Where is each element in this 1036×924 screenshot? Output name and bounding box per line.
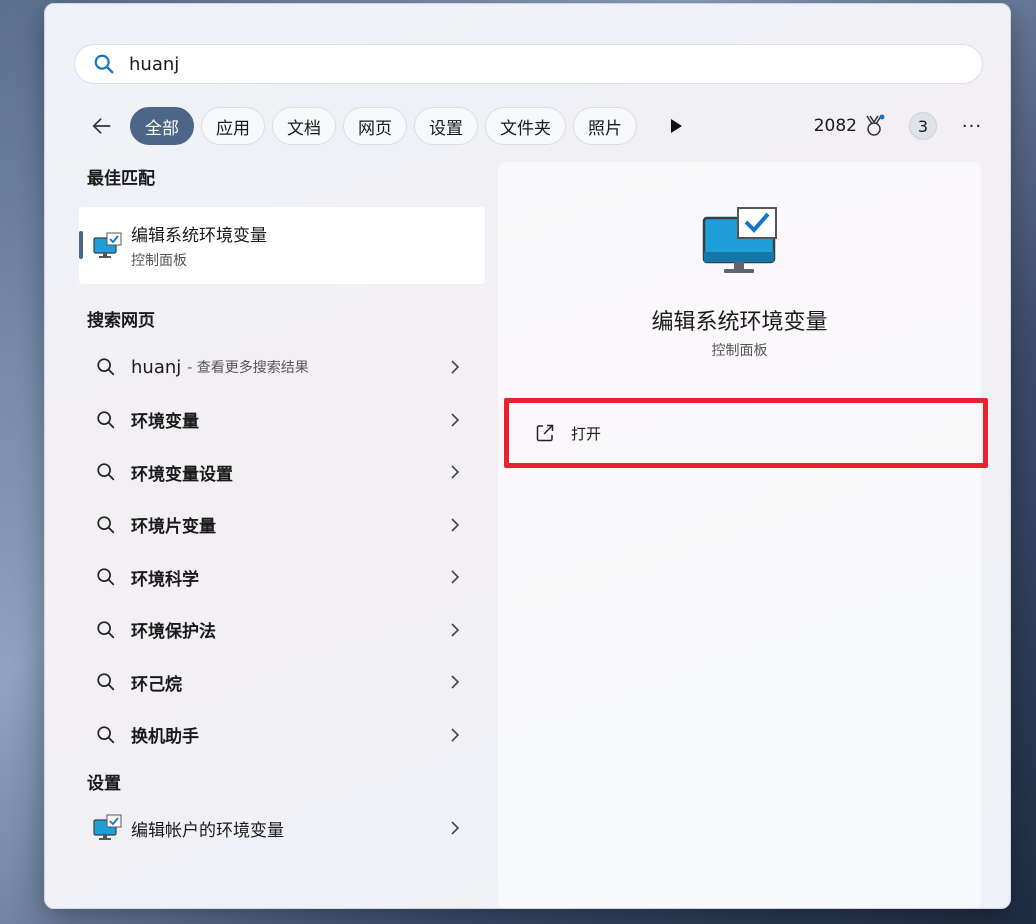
search-icon [94,54,114,74]
search-input[interactable] [129,53,909,75]
filter-chip-documents[interactable]: 文档 [272,107,336,145]
web-result-item[interactable]: 换机助手 [79,709,489,762]
open-action[interactable]: 打开 [504,398,988,468]
user-env-settings-icon [93,814,122,840]
system-properties-icon [93,232,122,258]
web-result-label: 环境变量 [131,412,199,433]
chevron-right-icon [451,412,460,427]
more-filters-button[interactable] [662,112,690,140]
web-result-item[interactable]: 环境科学 [79,551,489,604]
filter-bar: 全部 应用 文档 网页 设置 文件夹 照片 2082 3 ··· [85,106,985,146]
header-right-group: 2082 3 ··· [814,106,985,146]
web-search-list: huanj - 查看更多搜索结果 环境变量 环境变量设置 环境片变量 环境科学 … [79,341,489,761]
search-icon [97,358,115,376]
web-result-item[interactable]: 环境保护法 [79,604,489,657]
web-result-label: 环境片变量 [131,517,216,538]
results-list: 最佳匹配 编辑系统环境变量 控制面板 搜索网页 huanj - 查看更多搜索结果… [79,164,489,854]
filter-chip-all[interactable]: 全部 [130,107,194,145]
chevron-right-icon [451,360,460,374]
best-match-subtitle: 控制面板 [131,253,187,269]
filter-chip-folders[interactable]: 文件夹 [485,107,566,145]
chevron-right-icon [451,821,460,835]
settings-heading: 设置 [87,774,121,794]
settings-result-label: 编辑帐户的环境变量 [131,820,284,841]
search-icon [97,726,115,743]
search-icon [97,516,115,533]
preview-pane: 编辑系统环境变量 控制面板 打开 [498,162,988,908]
rewards-medal-icon[interactable] [863,114,885,138]
rewards-points: 2082 [813,116,857,136]
web-result-query: huanj [131,356,182,378]
chevron-right-icon [451,570,460,584]
search-icon [97,463,115,481]
best-match-heading: 最佳匹配 [87,169,155,189]
chevron-right-icon [451,675,460,689]
open-external-icon [536,424,554,442]
web-result-item[interactable]: 环境变量 [79,394,489,447]
open-action-label: 打开 [571,424,602,443]
filter-chip-apps[interactable]: 应用 [201,107,265,145]
best-match-item[interactable]: 编辑系统环境变量 控制面板 [79,207,485,284]
web-result-item[interactable]: huanj - 查看更多搜索结果 [79,341,489,394]
arrow-left-icon [92,118,111,134]
filter-chip-web[interactable]: 网页 [343,107,407,145]
web-search-heading: 搜索网页 [87,311,155,331]
search-icon [97,621,115,638]
more-options-button[interactable]: ··· [959,113,985,139]
search-box[interactable] [74,44,983,84]
system-properties-icon [702,207,777,273]
best-match-title: 编辑系统环境变量 [131,226,267,246]
search-icon [97,411,115,428]
web-result-label: 环境变量设置 [131,464,233,485]
web-result-label: 环境保护法 [131,622,216,643]
preview-title: 编辑系统环境变量 [651,310,828,335]
search-icon [97,568,115,586]
web-result-label: 换机助手 [131,727,199,748]
preview-subtitle: 控制面板 [711,343,768,359]
play-icon [671,119,682,133]
web-result-item[interactable]: 环境片变量 [79,499,489,552]
web-result-item[interactable]: 环己烷 [79,656,489,709]
settings-result-item[interactable]: 编辑帐户的环境变量 [79,802,489,854]
chevron-right-icon [451,517,460,532]
filter-chip-photos[interactable]: 照片 [573,107,637,145]
filter-chip-settings[interactable]: 设置 [414,107,478,145]
chevron-right-icon [451,727,460,742]
web-result-suffix: - 查看更多搜索结果 [187,360,309,377]
web-result-label: 环己烷 [131,674,182,695]
best-match-text: 编辑系统环境变量 控制面板 [131,221,267,270]
back-button[interactable] [85,109,119,143]
selection-indicator [79,231,83,259]
web-result-item[interactable]: 环境变量设置 [79,446,489,499]
start-search-panel: 全部 应用 文档 网页 设置 文件夹 照片 2082 3 ··· 最佳匹配 [44,3,1011,909]
chevron-right-icon [451,465,460,479]
chevron-right-icon [451,622,460,637]
web-result-label: 环境科学 [131,569,199,590]
search-icon [97,673,115,691]
notification-count-badge[interactable]: 3 [909,112,937,140]
